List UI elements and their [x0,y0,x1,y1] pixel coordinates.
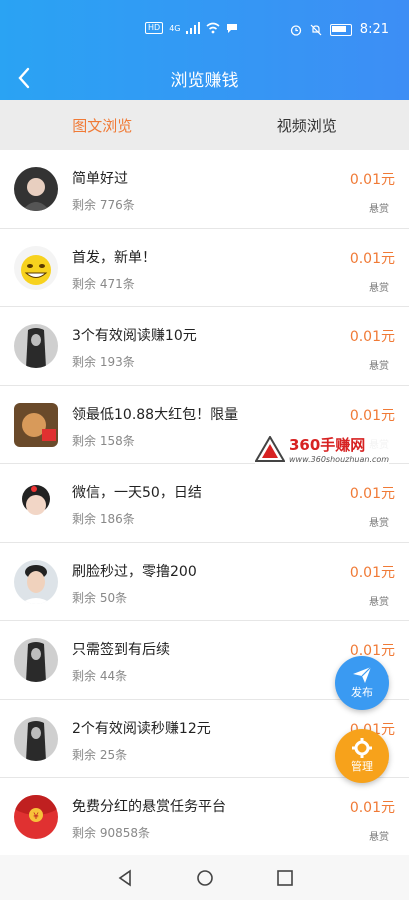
mute-icon [310,24,322,35]
task-remaining: 剩余 471条 [72,276,135,291]
back-button[interactable] [10,64,38,92]
nav-recents-icon[interactable] [276,869,294,887]
task-title: 免费分红的悬赏任务平台 [72,799,226,815]
status-left: HD 4G [145,22,238,34]
app-header: 浏览赚钱 [0,56,409,100]
manage-label: 管理 [351,760,373,773]
task-reward-label: 悬赏 [369,832,389,843]
task-price: 0.01元 [349,172,395,188]
task-price: 0.01元 [349,250,395,267]
system-nav-bar [0,855,409,900]
avatar [14,716,58,761]
task-reward-label: 悬赏 [369,518,389,529]
list-item[interactable]: ¥ 免费分红的悬赏任务平台 剩余 90858条 0.01元 悬赏 [0,778,409,857]
send-icon [353,666,372,683]
avatar [14,167,58,211]
signal-icon [186,22,201,34]
task-title: 2个有效阅读秒赚12元 [72,720,211,737]
chevron-left-icon [18,67,30,89]
list-item[interactable]: 刷脸秒过，零撸200 剩余 50条 0.01元 悬赏 [0,542,409,621]
task-title: 只需签到有后续 [72,642,170,658]
wifi-icon [206,22,220,34]
watermark: 360手赚网 www.360shouzhuan.com [255,434,390,464]
task-reward-label: 悬赏 [369,361,389,372]
task-reward-label: 悬赏 [369,596,389,608]
avatar: ¥ [14,795,58,839]
task-remaining: 剩余 50条 [72,590,128,605]
list-item[interactable]: 首发，新单！ 剩余 471条 0.01元 悬赏 [0,228,409,307]
task-title: 刷脸秒过，零撸200 [72,563,197,580]
status-time: 8:21 [359,22,389,37]
svg-text:¥: ¥ [33,812,39,822]
hd-badge: HD [145,22,164,34]
avatar [14,324,58,368]
status-bar: HD 4G 8:21 [0,0,409,56]
watermark-brand: 360手赚网 [289,436,366,454]
task-remaining: 剩余 44条 [72,669,128,683]
task-reward-label: 悬赏 [369,204,389,215]
task-remaining: 剩余 25条 [72,747,128,762]
list-item[interactable]: 微信，一天50，日结 剩余 186条 0.01元 悬赏 [0,464,409,543]
publish-label: 发布 [351,686,373,699]
tab-video[interactable]: 视频浏览 [205,100,409,150]
tab-bar: 图文浏览 视频浏览 [0,100,409,150]
task-remaining: 剩余 776条 [72,198,135,212]
task-title: 领最低10.88大红包！限量 [72,406,239,423]
status-right: 8:21 [290,22,389,37]
task-price: 0.01元 [349,329,395,345]
watermark-url: www.360shouzhuan.com [289,455,390,464]
task-price: 0.01元 [349,486,395,502]
avatar [14,402,58,447]
watermark-logo-icon [255,436,285,462]
list-item[interactable]: 简单好过 剩余 776条 0.01元 悬赏 [0,150,409,229]
avatar [14,481,58,525]
alarm-icon [290,24,301,36]
publish-button[interactable]: 发布 [335,656,389,710]
task-price: 0.01元 [349,564,395,581]
task-reward-label: 悬赏 [369,282,389,294]
task-remaining: 剩余 193条 [72,355,135,369]
task-remaining: 剩余 90858条 [72,826,150,840]
task-title: 简单好过 [72,171,128,187]
avatar [14,245,58,290]
task-remaining: 剩余 158条 [72,433,135,448]
chat-bubble-icon [227,24,238,33]
signal-badge: 4G [169,23,181,33]
nav-home-icon[interactable] [196,869,214,887]
task-title: 微信，一天50，日结 [72,485,202,501]
task-price: 0.01元 [349,407,395,424]
task-remaining: 剩余 186条 [72,512,135,526]
battery-icon [329,23,352,36]
avatar [14,559,58,604]
task-title: 首发，新单！ [72,249,156,266]
tab-image-text[interactable]: 图文浏览 [0,100,205,150]
nav-back-icon[interactable] [116,868,134,887]
manage-button[interactable]: 管理 [335,729,389,783]
avatar [14,638,58,682]
list-item[interactable]: 3个有效阅读赚10元 剩余 193条 0.01元 悬赏 [0,307,409,386]
task-title: 3个有效阅读赚10元 [72,328,197,344]
gear-icon [352,738,372,758]
task-price: 0.01元 [349,800,395,816]
page-title: 浏览赚钱 [170,70,239,91]
